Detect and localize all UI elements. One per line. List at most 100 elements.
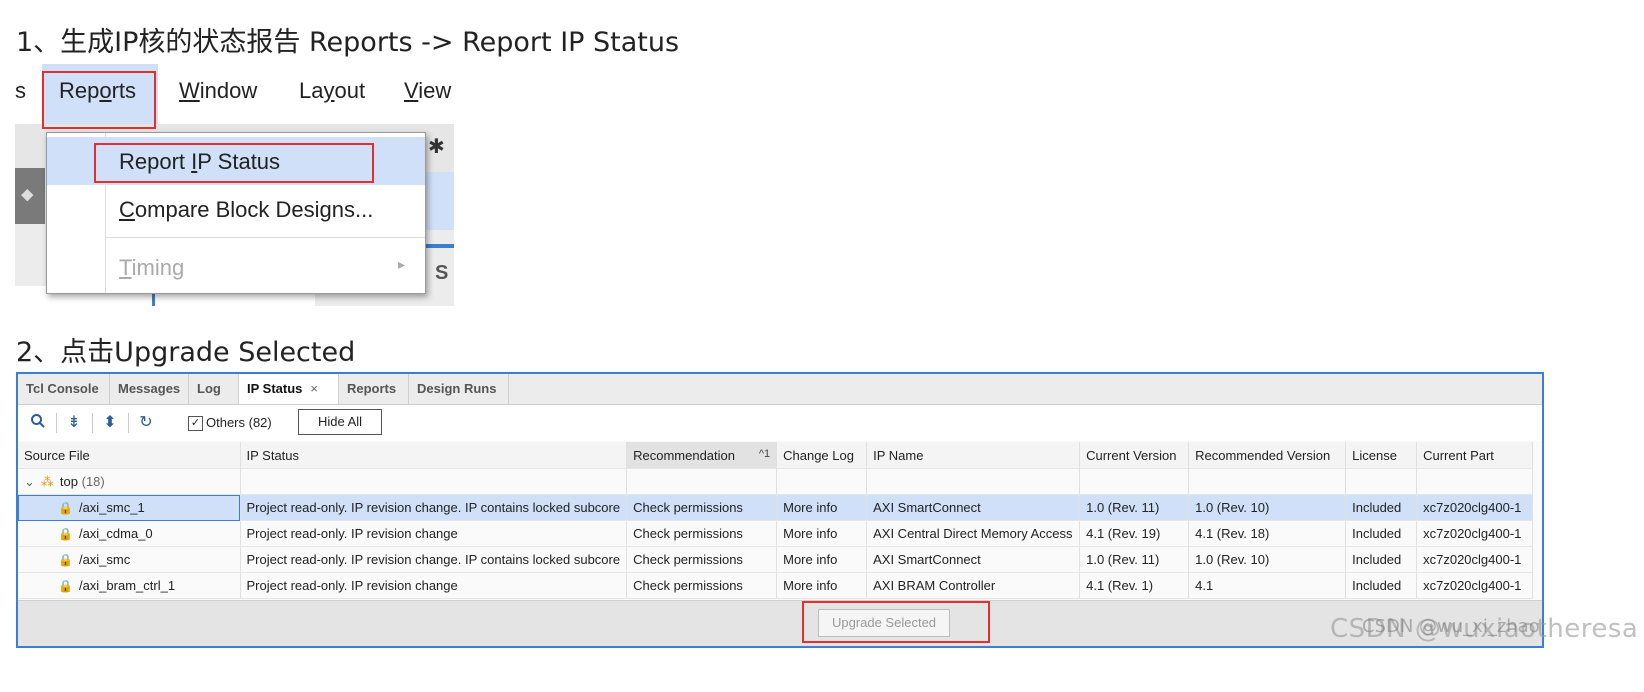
menu-item-timing: Timing ▸ [119, 255, 405, 280]
locked-ip-icon: 🔒 [58, 579, 73, 593]
table-row[interactable]: 🔒/axi_cdma_0 Project read-only. IP revis… [18, 520, 1534, 547]
toolbar-separator [56, 413, 57, 433]
panel-toolbar: ⇟ ⬍ ↻ ✓ Others (82) Hide All [18, 405, 1542, 441]
column-current-part[interactable]: Current Part [1416, 442, 1534, 469]
column-recommended-version[interactable]: Recommended Version [1188, 442, 1347, 469]
ip-status-cell[interactable]: Project read-only. IP revision change. I… [240, 546, 628, 573]
current-part-cell: xc7z020clg400-1 [1416, 572, 1534, 599]
sort-indicator-icon: ^1 [758, 447, 771, 460]
group-row[interactable]: ⌄ ⁂ top (18) [18, 468, 1534, 495]
highlight-upgrade-selected [802, 601, 990, 643]
toolbar-separator [92, 413, 93, 433]
others-checkbox[interactable]: ✓ [188, 416, 203, 431]
tab-bar: Tcl Console Messages Log IP Status × Repo… [18, 374, 1542, 405]
highlight-report-ip-status [94, 143, 374, 183]
ip-name-cell: AXI Central Direct Memory Access [866, 520, 1081, 547]
recommended-version-cell: 1.0 (Rev. 10) [1188, 546, 1347, 573]
side-handle: ⬥ [15, 168, 45, 224]
tab-design-runs[interactable]: Design Runs [409, 374, 509, 404]
license-cell: Included [1345, 546, 1418, 573]
highlight-reports [42, 71, 156, 129]
menu-separator [105, 237, 425, 238]
menu-window[interactable]: Window [179, 78, 257, 104]
source-file-cell[interactable]: 🔒/axi_smc [18, 546, 241, 573]
ip-status-cell[interactable]: Project read-only. IP revision change [240, 572, 628, 599]
close-icon[interactable]: × [310, 381, 318, 396]
step1-title: 1、生成IP核的状态报告 Reports -> Report IP Status [16, 27, 680, 58]
menu-layout[interactable]: Layout [299, 78, 365, 104]
menu-view[interactable]: View [404, 78, 451, 104]
background-panel [425, 172, 454, 230]
column-source-file[interactable]: Source File [18, 442, 241, 469]
diamond-icon: ⬥ [21, 184, 34, 205]
current-part-cell: xc7z020clg400-1 [1416, 546, 1534, 573]
tab-fragment: S [435, 262, 449, 284]
column-ip-name[interactable]: IP Name [866, 442, 1081, 469]
license-cell: Included [1345, 520, 1418, 547]
refresh-icon[interactable]: ↻ [136, 413, 156, 433]
ip-status-cell[interactable]: Project read-only. IP revision change [240, 520, 628, 547]
submenu-arrow-icon: ▸ [397, 257, 405, 273]
recommendation-link[interactable]: Check permissions [626, 546, 778, 573]
locked-ip-icon: 🔒 [58, 527, 73, 541]
ip-status-table: Source File IP Status Recommendation ^1 C… [18, 442, 1534, 599]
watermark-overlay: CSDN @wu_xi_zhao [1362, 616, 1540, 637]
recommended-version-cell: 1.0 (Rev. 10) [1188, 494, 1347, 521]
gear-icon[interactable]: ✱ [428, 134, 445, 158]
group-top[interactable]: ⌄ ⁂ top (18) [18, 468, 241, 495]
step2-title: 2、点击Upgrade Selected [16, 337, 356, 368]
locked-ip-icon: 🔒 [58, 501, 73, 515]
recommended-version-cell: 4.1 [1188, 572, 1347, 599]
expand-all-icon[interactable]: ⬍ [100, 413, 120, 433]
current-version-cell: 4.1 (Rev. 1) [1079, 572, 1190, 599]
recommended-version-cell: 4.1 (Rev. 18) [1188, 520, 1347, 547]
change-log-link[interactable]: More info [776, 572, 868, 599]
change-log-link[interactable]: More info [776, 546, 868, 573]
toolbar-separator [128, 413, 129, 433]
column-change-log[interactable]: Change Log [776, 442, 868, 469]
current-version-cell: 4.1 (Rev. 19) [1079, 520, 1190, 547]
tab-log[interactable]: Log [189, 374, 239, 404]
source-file-cell[interactable]: 🔒/axi_cdma_0 [18, 520, 241, 547]
others-label: Others (82) [206, 415, 272, 430]
collapse-all-icon[interactable]: ⇟ [64, 413, 84, 433]
current-version-cell: 1.0 (Rev. 11) [1079, 546, 1190, 573]
menu-item-compare-block-designs[interactable]: Compare Block Designs... [47, 185, 425, 233]
source-file-cell[interactable]: 🔒/axi_bram_ctrl_1 [18, 572, 241, 599]
current-version-cell: 1.0 (Rev. 11) [1079, 494, 1190, 521]
hierarchy-icon: ⁂ [40, 473, 54, 489]
source-file-cell[interactable]: 🔒/axi_smc_1 [18, 494, 241, 521]
hide-all-button[interactable]: Hide All [298, 409, 382, 435]
table-row[interactable]: 🔒/axi_smc_1 Project read-only. IP revisi… [18, 494, 1534, 521]
change-log-link[interactable]: More info [776, 520, 868, 547]
locked-ip-icon: 🔒 [58, 553, 73, 567]
recommendation-link[interactable]: Check permissions [626, 520, 778, 547]
tab-reports[interactable]: Reports [339, 374, 409, 404]
ip-name-cell: AXI BRAM Controller [866, 572, 1081, 599]
column-recommendation[interactable]: Recommendation ^1 [626, 442, 778, 469]
current-part-cell: xc7z020clg400-1 [1416, 520, 1534, 547]
chevron-down-icon[interactable]: ⌄ [24, 474, 35, 489]
ip-name-cell: AXI SmartConnect [866, 494, 1081, 521]
menu-item-cut: s [15, 78, 26, 103]
search-icon[interactable] [28, 413, 48, 433]
recommendation-link[interactable]: Check permissions [626, 572, 778, 599]
ip-status-panel: Tcl Console Messages Log IP Status × Repo… [16, 372, 1544, 648]
license-cell: Included [1345, 572, 1418, 599]
tab-tcl-console[interactable]: Tcl Console [18, 374, 110, 404]
column-ip-status[interactable]: IP Status [240, 442, 628, 469]
tab-underline [425, 244, 454, 248]
change-log-link[interactable]: More info [776, 494, 868, 521]
license-cell: Included [1345, 494, 1418, 521]
column-license[interactable]: License [1345, 442, 1418, 469]
table-row[interactable]: 🔒/axi_smc Project read-only. IP revision… [18, 546, 1534, 573]
tab-messages[interactable]: Messages [110, 374, 189, 404]
current-part-cell: xc7z020clg400-1 [1416, 494, 1534, 521]
ip-name-cell: AXI SmartConnect [866, 546, 1081, 573]
bottom-action-bar: Upgrade Selected [18, 600, 1542, 646]
recommendation-link[interactable]: Check permissions [626, 494, 778, 521]
table-row[interactable]: 🔒/axi_bram_ctrl_1 Project read-only. IP … [18, 572, 1534, 599]
column-current-version[interactable]: Current Version [1079, 442, 1190, 469]
tab-ip-status[interactable]: IP Status × [239, 374, 339, 404]
ip-status-cell[interactable]: Project read-only. IP revision change. I… [240, 494, 628, 521]
